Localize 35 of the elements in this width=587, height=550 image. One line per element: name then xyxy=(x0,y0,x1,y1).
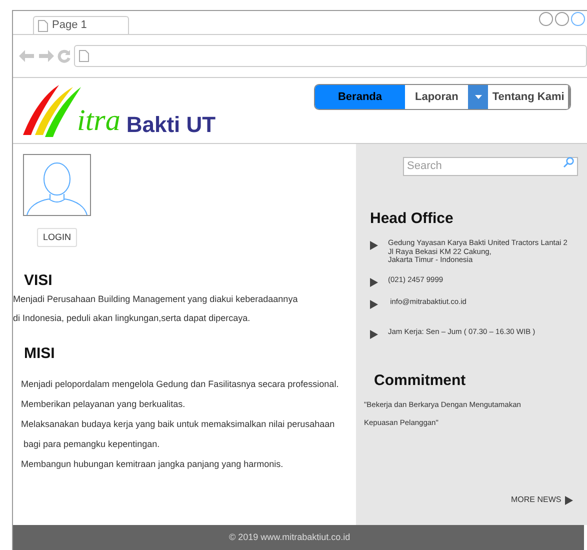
paragraph-line: Membangun hubungan kemitraan jangka panjang yang harmonis. xyxy=(21,458,284,470)
bullet-arrow-icon xyxy=(370,300,378,308)
dropdown-button[interactable] xyxy=(468,85,488,109)
paragraph-line: Melaksanakan budaya kerja yang baik untuk memaksimalkan nilai perusahaan xyxy=(21,418,336,430)
page-icon xyxy=(79,50,89,62)
section-heading: MISI xyxy=(24,344,56,364)
paragraph-line: Menjadi Perusahaan Building Management yang diakui keberadaannya xyxy=(13,293,299,306)
login-button[interactable]: LOGIN xyxy=(37,228,78,247)
search-icon[interactable] xyxy=(563,157,574,168)
play-icon xyxy=(565,496,574,504)
bullet-arrow-icon xyxy=(370,278,378,286)
paragraph-line: di Indonesia, peduli akan lingkungan,serta dapat dipercaya. xyxy=(13,312,252,326)
forward-icon[interactable] xyxy=(38,50,54,62)
browser-tab[interactable]: Page 1 xyxy=(33,16,129,34)
page-icon xyxy=(38,20,48,32)
paragraph-line: bagi para pemangku kepentingan. xyxy=(22,438,161,450)
paragraph-line: Menjadi pelopordalam mengelola Gedung dan Fasilitasnya secara professional. xyxy=(21,378,340,390)
logo-script: itra xyxy=(77,106,120,136)
section-heading: Commitment xyxy=(374,371,466,391)
back-icon[interactable] xyxy=(19,50,35,62)
tab-title: Page 1 xyxy=(52,18,87,34)
nav-tab[interactable]: Beranda xyxy=(315,85,405,109)
bullet-arrow-icon xyxy=(370,241,378,250)
address-bar[interactable] xyxy=(74,45,587,67)
caret-icon xyxy=(474,95,482,99)
paragraph-line: Memberikan pelayanan yang berkualitas. xyxy=(21,398,186,410)
bullet-arrow-icon xyxy=(370,330,378,338)
search-field[interactable]: Search xyxy=(403,156,578,176)
footer-text: © 2019 www.mitrabaktiut.co.id xyxy=(229,530,350,544)
logo-name: Bakti UT xyxy=(126,114,216,136)
more-news-link[interactable]: MORE NEWS xyxy=(511,494,574,506)
reload-icon[interactable] xyxy=(57,49,71,63)
window-controls-icon[interactable] xyxy=(539,12,585,26)
section-heading: Head Office xyxy=(370,209,454,229)
section-heading: VISI xyxy=(24,270,54,291)
